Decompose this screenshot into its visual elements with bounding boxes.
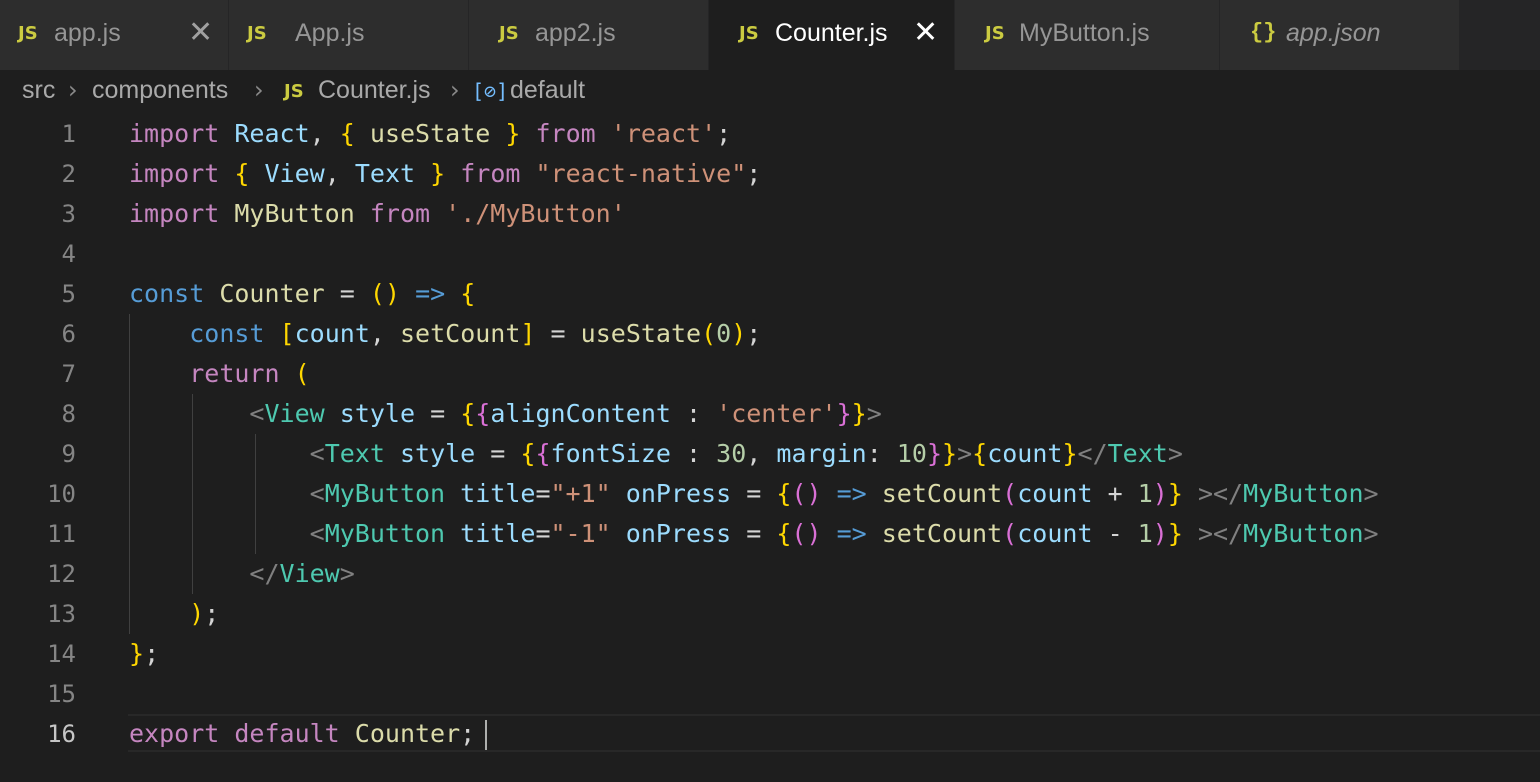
tab-app-json[interactable]: {} app.json bbox=[1220, 0, 1460, 70]
tab-bar: JS app.js ✕ JS App.js JS app2.js JS Coun… bbox=[0, 0, 1540, 70]
line-number: 3 bbox=[61, 200, 76, 228]
code-text[interactable]: </View> bbox=[129, 554, 354, 594]
tab-label: app.js bbox=[54, 19, 121, 47]
line-number: 16 bbox=[47, 720, 76, 748]
line-number: 11 bbox=[47, 520, 76, 548]
code-line[interactable]: 12 </View> bbox=[0, 554, 1540, 594]
code-text[interactable]: import { View, Text } from "react-native… bbox=[129, 154, 761, 194]
code-text[interactable]: const [count, setCount] = useState(0); bbox=[129, 314, 761, 354]
javascript-file-icon: JS bbox=[284, 81, 304, 102]
code-line[interactable]: 9 <Text style = {{fontSize : 30, margin:… bbox=[0, 434, 1540, 474]
code-line[interactable]: 11 <MyButton title="-1" onPress = {() =>… bbox=[0, 514, 1540, 554]
json-file-icon: {} bbox=[1250, 20, 1277, 45]
code-line[interactable]: 7 return ( bbox=[0, 354, 1540, 394]
line-number: 2 bbox=[61, 160, 76, 188]
tab-mybutton-js[interactable]: JS MyButton.js bbox=[955, 0, 1220, 70]
tab-app-js[interactable]: JS app.js ✕ bbox=[0, 0, 229, 70]
breadcrumb-item-file[interactable]: Counter.js bbox=[318, 76, 431, 105]
line-number: 7 bbox=[61, 360, 76, 388]
code-line[interactable]: 16 export default Counter; bbox=[0, 714, 1540, 754]
code-text[interactable]: }; bbox=[129, 634, 159, 674]
chevron-right-icon: › bbox=[450, 76, 460, 104]
javascript-file-icon: JS bbox=[739, 23, 759, 44]
line-number: 12 bbox=[47, 560, 76, 588]
tab-label: MyButton.js bbox=[1019, 19, 1150, 47]
line-number: 10 bbox=[47, 480, 76, 508]
code-line[interactable]: 8 <View style = {{alignContent : 'center… bbox=[0, 394, 1540, 434]
tab-label: app.json bbox=[1286, 19, 1381, 47]
line-number: 15 bbox=[47, 680, 76, 708]
line-number: 4 bbox=[61, 240, 76, 268]
breadcrumb-item-symbol[interactable]: default bbox=[510, 76, 585, 105]
line-number: 6 bbox=[61, 320, 76, 348]
tab-app2-js[interactable]: JS app2.js bbox=[469, 0, 709, 70]
code-text[interactable]: import MyButton from './MyButton' bbox=[129, 194, 626, 234]
close-icon[interactable]: ✕ bbox=[188, 15, 213, 50]
javascript-file-icon: JS bbox=[985, 23, 1005, 44]
code-line[interactable]: 13 ); bbox=[0, 594, 1540, 634]
code-line[interactable]: 5 const Counter = () => { bbox=[0, 274, 1540, 314]
code-line[interactable]: 2 import { View, Text } from "react-nativ… bbox=[0, 154, 1540, 194]
code-editor[interactable]: 1 import React, { useState } from 'react'… bbox=[0, 114, 1540, 782]
code-line[interactable]: 10 <MyButton title="+1" onPress = {() =>… bbox=[0, 474, 1540, 514]
javascript-file-icon: JS bbox=[18, 23, 38, 44]
chevron-right-icon: › bbox=[254, 76, 264, 104]
code-text[interactable]: ); bbox=[129, 594, 219, 634]
chevron-right-icon: › bbox=[68, 76, 78, 104]
code-text[interactable]: export default Counter; bbox=[129, 714, 475, 754]
code-text[interactable]: import React, { useState } from 'react'; bbox=[129, 114, 731, 154]
code-text[interactable]: const Counter = () => { bbox=[129, 274, 475, 314]
code-text[interactable]: <MyButton title="+1" onPress = {() => se… bbox=[129, 474, 1379, 514]
line-number: 13 bbox=[47, 600, 76, 628]
code-line[interactable]: 1 import React, { useState } from 'react'… bbox=[0, 114, 1540, 154]
code-text[interactable]: <View style = {{alignContent : 'center'}… bbox=[129, 394, 881, 434]
breadcrumb-item-components[interactable]: components bbox=[92, 76, 228, 105]
line-number: 1 bbox=[61, 120, 76, 148]
code-text[interactable]: <MyButton title="-1" onPress = {() => se… bbox=[129, 514, 1379, 554]
line-number: 5 bbox=[61, 280, 76, 308]
javascript-file-icon: JS bbox=[247, 23, 267, 44]
line-number: 14 bbox=[47, 640, 76, 668]
code-line[interactable]: 15 bbox=[0, 674, 1540, 714]
code-text[interactable]: <Text style = {{fontSize : 30, margin: 1… bbox=[129, 434, 1183, 474]
code-line[interactable]: 14}; bbox=[0, 634, 1540, 674]
code-text[interactable]: return ( bbox=[129, 354, 309, 394]
tab-counter-js[interactable]: JS Counter.js ✕ bbox=[709, 0, 955, 70]
code-line[interactable]: 6 const [count, setCount] = useState(0); bbox=[0, 314, 1540, 354]
tab-label: app2.js bbox=[535, 19, 616, 47]
close-icon[interactable]: ✕ bbox=[913, 15, 938, 50]
breadcrumb-item-src[interactable]: src bbox=[22, 76, 55, 105]
tab-App-js[interactable]: JS App.js bbox=[229, 0, 469, 70]
line-number: 9 bbox=[61, 440, 76, 468]
javascript-file-icon: JS bbox=[499, 23, 519, 44]
tab-label: App.js bbox=[295, 19, 365, 47]
symbol-variable-icon: [⊘] bbox=[472, 79, 509, 103]
code-line[interactable]: 4 bbox=[0, 234, 1540, 274]
line-number: 8 bbox=[61, 400, 76, 428]
code-line[interactable]: 3 import MyButton from './MyButton' bbox=[0, 194, 1540, 234]
tab-label: Counter.js bbox=[775, 19, 888, 47]
